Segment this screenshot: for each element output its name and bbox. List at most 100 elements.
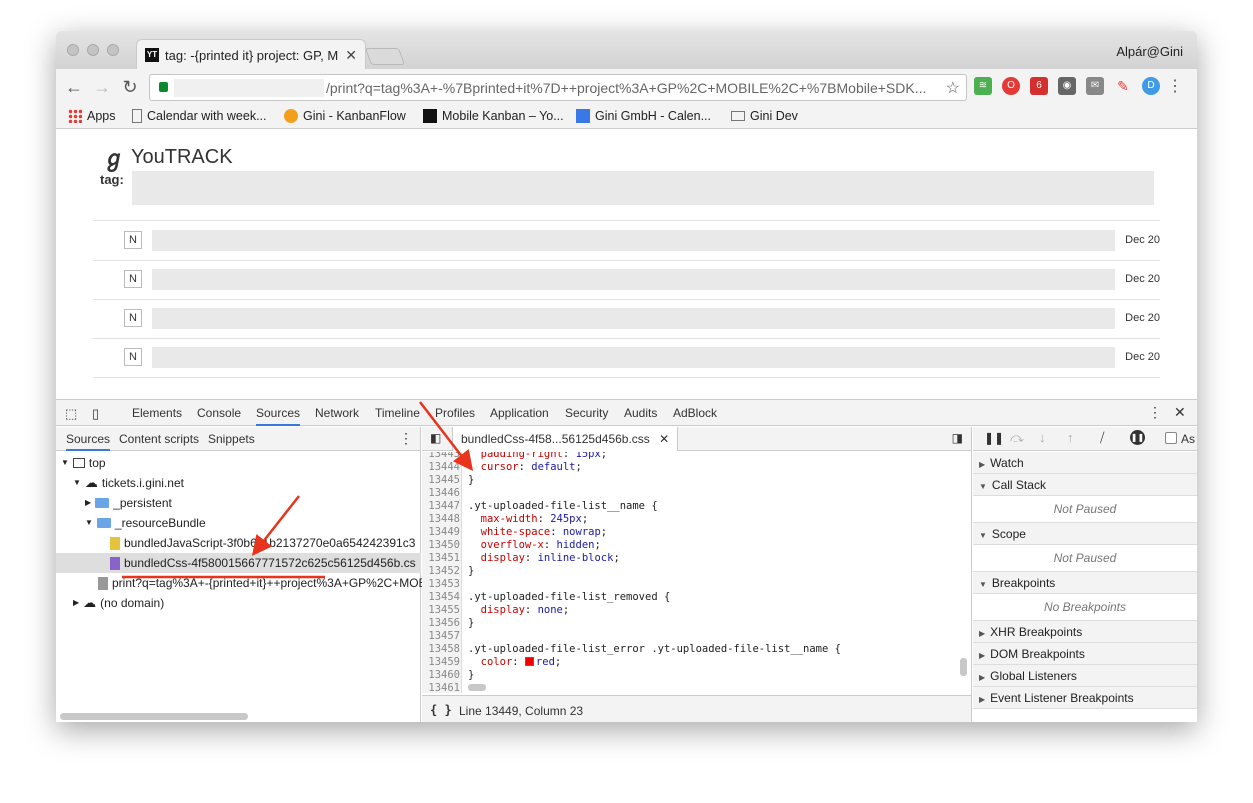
issue-date: Dec 20 [1125, 234, 1160, 246]
device-toolbar-icon[interactable]: ▯ [92, 406, 99, 422]
tab-audits[interactable]: Audits [624, 406, 657, 420]
youtrack-logo: ℊ YouTRACK [103, 141, 233, 173]
devtools-menu-icon[interactable]: ⋮ [1148, 404, 1162, 421]
inspect-element-icon[interactable]: ⬚ [65, 406, 77, 422]
tab-security[interactable]: Security [565, 406, 608, 420]
issue-row[interactable]: N Dec 20 [93, 221, 1160, 260]
tab-adblock[interactable]: AdBlock [673, 406, 717, 420]
tab-network[interactable]: Network [315, 406, 359, 420]
maximize-window-button[interactable] [107, 44, 119, 56]
async-checkbox[interactable] [1165, 432, 1177, 444]
css-value: none [537, 604, 563, 616]
expand-arrow-icon: ▼ [979, 531, 987, 540]
step-into-icon[interactable]: ↓ [1039, 430, 1046, 445]
bookmark-apps[interactable]: Apps [68, 109, 116, 123]
tab-console[interactable]: Console [197, 406, 241, 420]
close-editor-tab-icon[interactable]: ✕ [659, 432, 669, 446]
step-out-icon[interactable]: ↑ [1067, 430, 1074, 445]
editor-tab-css[interactable]: bundledCss-4f58...56125d456b.css ✕ [452, 427, 679, 451]
issue-badge: N [124, 348, 142, 366]
browser-tab[interactable]: YT tag: -{printed it} project: GP, M ✕ [136, 39, 366, 70]
css-value: 15px [575, 452, 601, 460]
cursor-position: Line 13449, Column 23 [459, 704, 584, 718]
bookmark-star-icon[interactable]: ☆ [946, 78, 960, 98]
close-window-button[interactable] [67, 44, 79, 56]
tab-timeline[interactable]: Timeline [375, 406, 420, 420]
extension-d-icon[interactable]: D [1142, 77, 1160, 95]
section-dom-breakpoints[interactable]: ▶ DOM Breakpoints [973, 643, 1197, 665]
collapse-arrow-icon: ▶ [979, 460, 986, 469]
navigator-tab-sources[interactable]: Sources [66, 432, 111, 451]
section-call-stack[interactable]: ▼ Call Stack [973, 474, 1197, 496]
section-scope[interactable]: ▼ Scope [973, 523, 1197, 545]
minimize-window-button[interactable] [87, 44, 99, 56]
issue-row[interactable]: N Dec 20 [93, 260, 1160, 299]
reload-icon[interactable]: ↻ [120, 77, 140, 98]
navigator-menu-icon[interactable]: ⋮ [399, 430, 413, 447]
tree-item-js-file[interactable]: bundledJavaScript-3f0b611b2137270e0a6542… [110, 533, 415, 553]
pause-on-exceptions-icon[interactable]: ❚❚ [1130, 430, 1145, 445]
code-colon: : [562, 452, 576, 460]
code-vertical-scrollbar[interactable] [960, 658, 967, 676]
code-view[interactable]: 13443 padding-right: 15px; 13444 cursor: … [422, 452, 971, 693]
extension-waveform-icon[interactable]: ≋ [974, 77, 992, 95]
step-over-icon[interactable]: ⤼ [1010, 430, 1024, 446]
new-tab-button[interactable] [364, 48, 406, 65]
issue-summary-redacted [152, 347, 1115, 368]
tab-sources[interactable]: Sources [256, 406, 301, 426]
deactivate-breakpoints-icon[interactable]: ⧸ [1100, 430, 1104, 446]
tab-application[interactable]: Application [490, 406, 549, 420]
code-horizontal-scrollbar[interactable] [468, 684, 486, 691]
bookmark-calendar[interactable]: Calendar with week... [132, 109, 267, 123]
browser-menu-icon[interactable]: ⋮ [1167, 76, 1183, 96]
youtrack-favicon-icon: YT [145, 48, 159, 62]
css-value: 245px [550, 513, 582, 525]
extension-opera-icon[interactable]: O [1002, 77, 1020, 95]
tree-item-domain[interactable]: ▼ ☁ tickets.i.gini.net [73, 473, 184, 493]
tree-item-print-file[interactable]: print?q=tag%3A+-{printed+it}++project%3A… [98, 573, 427, 593]
section-breakpoints[interactable]: ▼ Breakpoints [973, 572, 1197, 594]
line-number: 13454 [428, 591, 460, 603]
address-bar[interactable]: /print?q=tag%3A+-%7Bprinted+it%7D++proje… [149, 74, 967, 101]
toggle-debugger-icon[interactable]: ◨ [952, 431, 963, 445]
section-watch[interactable]: ▶ Watch [973, 452, 1197, 474]
color-swatch[interactable] [524, 657, 534, 666]
navigator-scrollbar[interactable] [60, 713, 248, 720]
tab-elements[interactable]: Elements [132, 406, 182, 420]
toggle-navigator-icon[interactable]: ◧ [430, 431, 441, 445]
bookmark-gini-dev[interactable]: Gini Dev [731, 109, 798, 123]
extension-calendar-icon[interactable]: 6 [1030, 77, 1048, 95]
section-xhr-breakpoints[interactable]: ▶ XHR Breakpoints [973, 621, 1197, 643]
issue-row[interactable]: N Dec 20 [93, 299, 1160, 338]
extension-bulb-icon[interactable]: ◉ [1058, 77, 1076, 95]
profile-name[interactable]: Alpár@Gini [1116, 44, 1183, 59]
bookmark-mobile-kanban[interactable]: Mobile Kanban – Yo... [423, 109, 564, 123]
close-tab-icon[interactable]: ✕ [345, 47, 357, 64]
code-line: .yt-uploaded-file-list_error .yt-uploade… [468, 643, 841, 655]
tree-item-resource-bundle[interactable]: ▼ _resourceBundle [85, 513, 206, 533]
code-colon: : [543, 539, 557, 551]
tree-item-css-file[interactable]: bundledCss-4f580015667771572c625c56125d4… [110, 553, 416, 573]
section-global-listeners[interactable]: ▶ Global Listeners [973, 665, 1197, 687]
back-icon[interactable]: ← [64, 77, 84, 98]
tab-profiles[interactable]: Profiles [435, 406, 475, 420]
tree-item-persistent[interactable]: ▶ _persistent [85, 493, 172, 513]
tree-item-no-domain[interactable]: ▶ ☁ (no domain) [73, 593, 164, 613]
bookmark-gini-calendar[interactable]: Gini GmbH - Calen... [576, 109, 711, 123]
tree-item-top[interactable]: ▼ top [61, 453, 106, 473]
pretty-print-icon[interactable]: { } [430, 703, 452, 717]
extension-pen-icon[interactable]: ✎ [1114, 77, 1132, 95]
navigator-tab-content-scripts[interactable]: Content scripts [119, 432, 199, 446]
bookmark-kanbanflow[interactable]: Gini - KanbanFlow [284, 109, 406, 123]
issue-row[interactable]: N Dec 20 [93, 338, 1160, 377]
section-event-listener-breakpoints[interactable]: ▶ Event Listener Breakpoints [973, 687, 1197, 709]
extension-mail-icon[interactable]: ✉ [1086, 77, 1104, 95]
forward-icon[interactable]: → [92, 77, 112, 98]
line-number: 13445 [428, 474, 460, 486]
code-line: } [468, 474, 475, 486]
close-devtools-icon[interactable]: ✕ [1174, 404, 1186, 421]
navigator-tab-snippets[interactable]: Snippets [208, 432, 255, 446]
pause-icon[interactable]: ❚❚ [984, 431, 1004, 445]
